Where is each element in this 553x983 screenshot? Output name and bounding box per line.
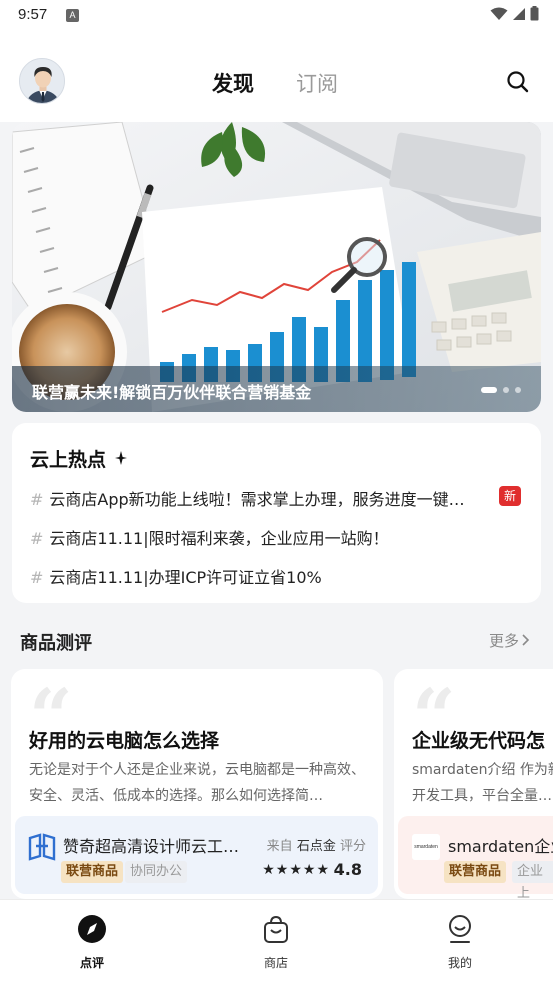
review-desc: 无论是对于个人还是企业来说，云电脑都是一种高效、安全、灵活、低成本的选择。那么如… bbox=[29, 762, 365, 804]
promo-banner[interactable]: 联营赢未来!解锁百万伙伴联合营销基金 bbox=[12, 122, 541, 412]
review-title: 企业级无代码怎 bbox=[412, 730, 546, 752]
notification-icon: A bbox=[66, 9, 79, 22]
compass-icon bbox=[78, 915, 106, 943]
signal-icon bbox=[513, 7, 525, 20]
banner-dot-active bbox=[481, 387, 497, 393]
nav-item-review[interactable]: 点评 bbox=[62, 914, 122, 971]
hot-topic-text: 云商店11.11|办理ICP许可证立省10% bbox=[49, 568, 322, 587]
new-badge: 新 bbox=[499, 486, 521, 506]
hot-topic-item[interactable]: # 云商店App新功能上线啦！需求掌上办理，服务进度一键… bbox=[30, 486, 520, 510]
hash-icon: # bbox=[30, 490, 44, 509]
tab-subscribe[interactable]: 订阅 bbox=[296, 68, 338, 98]
smardaten-logo-text: smardaten bbox=[414, 844, 438, 850]
wifi-icon bbox=[490, 7, 508, 20]
review-title: 好用的云电脑怎么选择 bbox=[29, 730, 220, 752]
top-header: 发现 订阅 bbox=[0, 32, 553, 122]
hot-topic-item[interactable]: # 云商店11.11|限时福利来袭，企业应用一站购！ bbox=[30, 525, 520, 549]
search-button[interactable] bbox=[504, 68, 532, 96]
banner-dot bbox=[515, 387, 521, 393]
review-source: 来自 石点金 评分 bbox=[267, 835, 366, 854]
banner-dot bbox=[503, 387, 509, 393]
product-name: smardaten企业 bbox=[448, 837, 553, 856]
tag-primary: 联营商品 bbox=[444, 861, 507, 883]
banner-caption: 联营赢未来!解锁百万伙伴联合营销基金 bbox=[32, 383, 312, 402]
search-icon bbox=[507, 71, 529, 93]
hot-topic-text: 云商店App新功能上线啦！需求掌上办理，服务进度一键… bbox=[49, 490, 465, 509]
review-source-suffix: 评分 bbox=[339, 839, 366, 854]
nav-item-store[interactable]: 商店 bbox=[246, 914, 306, 971]
rating-score: 4.8 bbox=[333, 860, 362, 879]
status-time: 9:57 bbox=[18, 6, 48, 23]
hot-topic-item[interactable]: # 云商店11.11|办理ICP许可证立省10% bbox=[30, 564, 520, 588]
tag-secondary: 企业上 bbox=[512, 861, 553, 899]
hot-topics-title: 云上热点 bbox=[30, 449, 107, 471]
hot-topic-text: 云商店11.11|限时福利来袭，企业应用一站购！ bbox=[49, 529, 389, 548]
battery-icon bbox=[530, 6, 539, 21]
product-box[interactable]: 赞奇超高清设计师云工… 来自 石点金 评分 联营商品 协同办公 ★★★★★ 4.… bbox=[15, 816, 378, 894]
chevron-right-icon bbox=[522, 634, 530, 646]
more-link[interactable]: 更多 bbox=[489, 630, 530, 651]
tag-primary: 联营商品 bbox=[61, 861, 124, 883]
sparkle-icon bbox=[115, 451, 127, 465]
reviews-section-title: 商品测评 bbox=[20, 633, 92, 654]
reviewer-name: 石点金 bbox=[296, 839, 336, 854]
hot-topics-card: 云上热点 # 云商店App新功能上线啦！需求掌上办理，服务进度一键… 新 # 云商店… bbox=[12, 423, 541, 603]
review-source-prefix: 来自 bbox=[266, 839, 293, 854]
product-name: 赞奇超高清设计师云工… bbox=[63, 837, 240, 856]
tag-secondary: 协同办公 bbox=[125, 861, 188, 883]
bottom-nav: 点评 商店 我的 bbox=[0, 899, 553, 983]
nav-label-store: 商店 bbox=[263, 956, 288, 970]
more-link-label: 更多 bbox=[489, 632, 520, 650]
nav-label-mine: 我的 bbox=[447, 956, 472, 970]
hash-icon: # bbox=[30, 568, 44, 587]
review-desc: smardaten介绍 作为新 开发工具，平台全量… bbox=[412, 762, 553, 804]
product-box[interactable]: smardaten smardaten企业 联营商品 企业上 bbox=[398, 816, 553, 899]
banner-caption-bar: 联营赢未来!解锁百万伙伴联合营销基金 bbox=[12, 366, 541, 412]
nav-label-review: 点评 bbox=[79, 956, 104, 970]
status-bar: 9:57 A bbox=[0, 0, 553, 32]
status-indicators bbox=[490, 6, 539, 21]
smardaten-logo: smardaten bbox=[412, 834, 440, 860]
review-card[interactable]: “ 企业级无代码怎 smardaten介绍 作为新 开发工具，平台全量… sma… bbox=[394, 669, 553, 899]
user-avatar[interactable] bbox=[19, 58, 65, 104]
avatar-icon bbox=[20, 59, 64, 103]
zanqi-logo-icon bbox=[28, 833, 56, 861]
hash-icon: # bbox=[30, 529, 44, 548]
nav-item-mine[interactable]: 我的 bbox=[430, 914, 490, 971]
banner-pagination bbox=[481, 387, 521, 393]
tab-discover[interactable]: 发现 bbox=[212, 68, 254, 98]
shopping-bag-icon bbox=[264, 915, 288, 943]
rating-stars: ★★★★★ bbox=[262, 862, 330, 878]
review-card[interactable]: “ 好用的云电脑怎么选择 无论是对于个人还是企业来说，云电脑都是一种高效、安全、… bbox=[11, 669, 383, 899]
profile-icon bbox=[449, 915, 471, 943]
